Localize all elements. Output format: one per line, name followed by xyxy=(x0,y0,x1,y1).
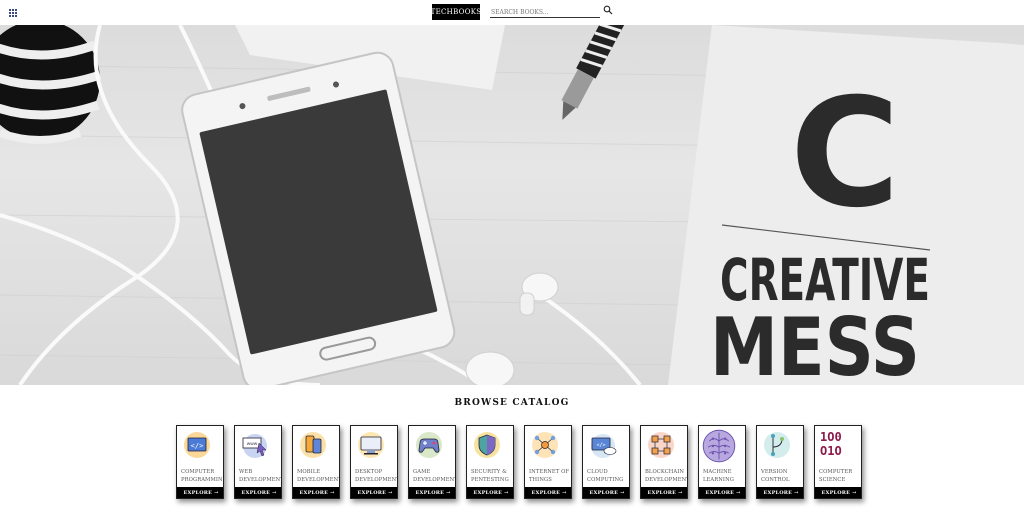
binary-bottom: O1O xyxy=(820,444,842,458)
explore-button[interactable]: EXPLORE → xyxy=(757,487,803,498)
card-label-line2: COMPUTING xyxy=(587,477,624,483)
notebook-line2: MESS xyxy=(710,301,920,385)
brand-logo[interactable]: TECHBOOKS xyxy=(431,4,481,20)
lollipop xyxy=(0,25,102,144)
card-label-line2: DEVELOPMENT xyxy=(413,477,456,483)
svg-text:</>: </> xyxy=(191,442,204,450)
svg-text:</>: </> xyxy=(596,443,605,449)
search-icon[interactable] xyxy=(603,5,613,15)
smartphone xyxy=(181,51,456,385)
card-web-development[interactable]: WWW WEB DEVELOPMENT EXPLORE → xyxy=(234,425,282,499)
card-label-line2: DEVELOPMENT xyxy=(239,477,282,483)
card-label-line2: PROGRAMMING xyxy=(181,477,224,483)
gamepad-icon xyxy=(416,432,442,458)
explore-button[interactable]: EXPLORE → xyxy=(641,487,687,498)
branch-icon xyxy=(764,432,790,458)
shield-icon xyxy=(474,432,500,458)
card-blockchain-development[interactable]: BLOCKCHAIN DEVELOPMENT EXPLORE → xyxy=(640,425,688,499)
search-input[interactable] xyxy=(490,7,600,18)
explore-button[interactable]: EXPLORE → xyxy=(525,487,571,498)
card-label-line1: BLOCKCHAIN xyxy=(645,469,685,475)
card-label-line2: DEVELOPMENT xyxy=(297,477,340,483)
card-label-line1: GAME xyxy=(413,469,431,475)
mobile-devices-icon xyxy=(300,432,326,458)
card-label-line1: DESKTOP xyxy=(355,469,383,475)
catalog-cards: </> COMPUTER PROGRAMMING EXPLORE → WWW WE… xyxy=(176,425,866,501)
card-label-line1: COMPUTER xyxy=(819,469,853,475)
card-label-line1: VERSION xyxy=(761,469,788,475)
card-label-line1: WEB xyxy=(239,469,253,475)
card-machine-learning[interactable]: MACHINE LEARNING EXPLORE → xyxy=(698,425,746,499)
desktop-monitor-icon xyxy=(358,432,384,458)
binary-icon: 1O0 O1O xyxy=(820,430,860,462)
notebook-letter: C xyxy=(790,67,900,241)
card-label-line1: SECURITY & xyxy=(471,469,507,475)
card-label-line2: THINGS xyxy=(529,477,552,483)
explore-button[interactable]: EXPLORE → xyxy=(699,487,745,498)
card-cloud-computing[interactable]: </> CLOUD COMPUTING EXPLORE → xyxy=(582,425,630,499)
code-window-icon: </> xyxy=(184,432,210,458)
card-label-line2: DEVELOPMENT xyxy=(355,477,398,483)
card-label-line1: INTERNET OF xyxy=(529,469,570,475)
card-desktop-development[interactable]: DESKTOP DEVELOPMENT EXPLORE → xyxy=(350,425,398,499)
card-version-control[interactable]: VERSION CONTROL EXPLORE → xyxy=(756,425,804,499)
card-internet-of-things[interactable]: INTERNET OF THINGS EXPLORE → xyxy=(524,425,572,499)
card-label-line1: MOBILE xyxy=(297,469,321,475)
brain-icon xyxy=(702,429,736,463)
blockchain-icon xyxy=(648,432,674,458)
hero-illustration: C CREATIVE MESS xyxy=(0,25,1024,385)
card-label-line2: SCIENCE xyxy=(819,477,846,483)
explore-button[interactable]: EXPLORE → xyxy=(351,487,397,498)
card-security-pentesting[interactable]: SECURITY & PENTESTING EXPLORE → xyxy=(466,425,514,499)
card-label-line2: PENTESTING xyxy=(471,477,509,483)
card-game-development[interactable]: GAME DEVELOPMENT EXPLORE → xyxy=(408,425,456,499)
svg-text:WWW: WWW xyxy=(247,442,258,446)
card-label-line1: MACHINE xyxy=(703,469,732,475)
cloud-code-icon: </> xyxy=(591,434,617,458)
explore-button[interactable]: EXPLORE → xyxy=(815,487,861,498)
card-label-line1: CLOUD xyxy=(587,469,608,475)
card-computer-programming[interactable]: </> COMPUTER PROGRAMMING EXPLORE → xyxy=(176,425,224,499)
notebook: C CREATIVE MESS xyxy=(668,25,1024,385)
hero-image: C CREATIVE MESS xyxy=(0,25,1024,385)
iot-network-icon xyxy=(532,432,558,458)
explore-button[interactable]: EXPLORE → xyxy=(177,487,223,498)
card-label-line2: CONTROL xyxy=(761,477,790,483)
explore-button[interactable]: EXPLORE → xyxy=(235,487,281,498)
binary-top: 1O0 xyxy=(820,430,842,444)
explore-button[interactable]: EXPLORE → xyxy=(293,487,339,498)
card-label-line2: DEVELOPMENT xyxy=(645,477,688,483)
explore-button[interactable]: EXPLORE → xyxy=(467,487,513,498)
explore-button[interactable]: EXPLORE → xyxy=(409,487,455,498)
grid-menu-icon[interactable] xyxy=(9,9,17,17)
explore-button[interactable]: EXPLORE → xyxy=(583,487,629,498)
card-computer-science[interactable]: 1O0 O1O COMPUTER SCIENCE EXPLORE → xyxy=(814,425,862,499)
catalog-title: BROWSE CATALOG xyxy=(454,398,570,408)
card-mobile-development[interactable]: MOBILE DEVELOPMENT EXPLORE → xyxy=(292,425,340,499)
top-bar: TECHBOOKS xyxy=(0,0,1024,25)
card-label-line2: LEARNING xyxy=(703,477,734,483)
card-label-line1: COMPUTER xyxy=(181,469,215,475)
web-cursor-icon: WWW xyxy=(242,434,267,458)
